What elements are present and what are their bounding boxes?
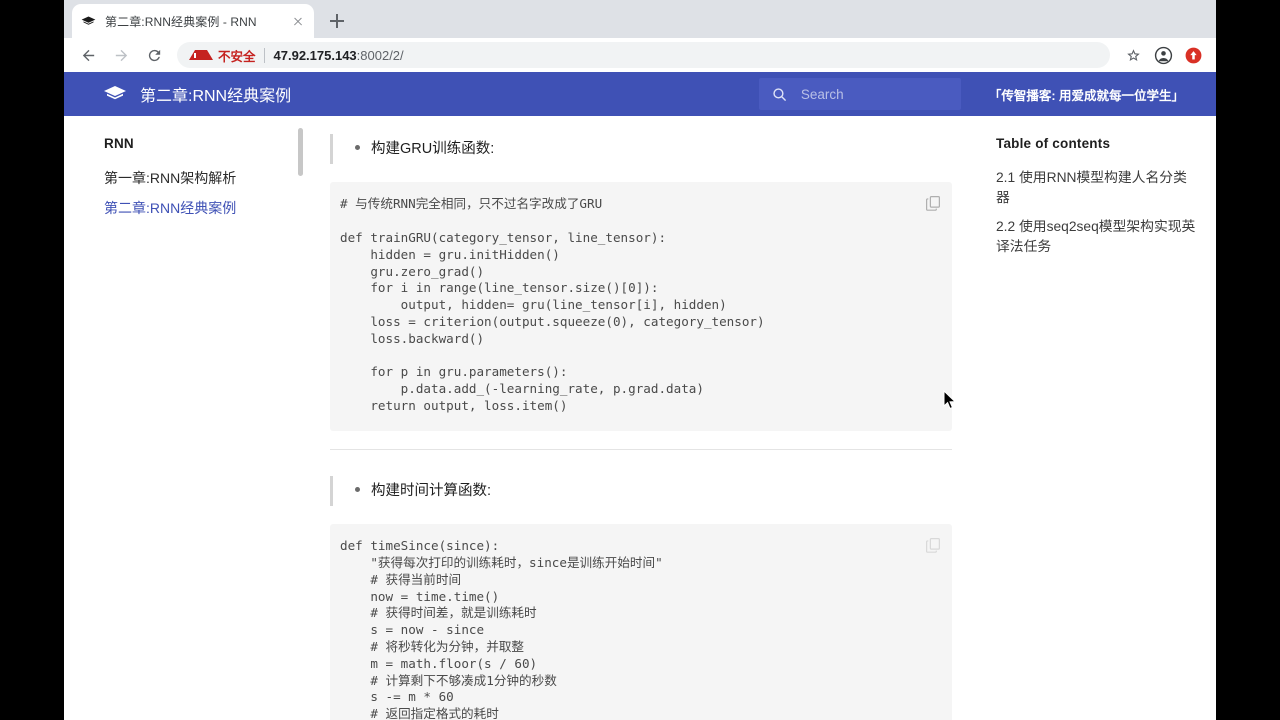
sidebar-scrollbar[interactable] [298, 128, 303, 176]
search-placeholder: Search [800, 86, 844, 102]
omnibox-divider [263, 47, 265, 63]
back-icon[interactable] [74, 41, 102, 69]
address-bar[interactable]: 不安全 47.92.175.143 :8002/2/ [177, 42, 1110, 68]
account-icon[interactable] [1150, 42, 1176, 68]
tab-title: 第二章:RNN经典案例 - RNN [105, 14, 257, 29]
browser-toolbar: 不安全 47.92.175.143 :8002/2/ [64, 38, 1216, 72]
security-status: 不安全 [218, 49, 256, 64]
url-host: 47.92.175.143 [273, 47, 357, 63]
code-block-timer: def timeSince(since): "获得每次打印的训练耗时，since… [330, 524, 952, 720]
page-viewport: 第二章:RNN经典案例 Search 「传智播客: 用爱成就每一位学生」 RNN [64, 72, 1216, 720]
section-heading-gru-train: 构建GRU训练函数: [371, 141, 495, 157]
toc-item-2-2[interactable]: 2.2 使用seq2seq模型架构实现英译法任务 [996, 212, 1196, 261]
browser-tab[interactable]: 第二章:RNN经典案例 - RNN [72, 4, 314, 38]
mortarboard-icon [80, 13, 97, 30]
sidebar-item-chapter1[interactable]: 第一章:RNN架构解析 [104, 163, 312, 193]
warning-triangle-icon [189, 50, 213, 60]
bullet-dot-icon [355, 486, 360, 492]
star-icon[interactable] [1120, 42, 1146, 68]
bullet-row: 构建时间计算函数: [333, 480, 952, 502]
forward-icon[interactable] [107, 41, 135, 69]
bullet-block-gru-train: 构建GRU训练函数: [330, 134, 952, 165]
code-text-timer: def timeSince(since): "获得每次打印的训练耗时，since… [340, 538, 663, 720]
toc-item-2-1[interactable]: 2.1 使用RNN模型构建人名分类器 [996, 163, 1196, 212]
site-title: 第二章:RNN经典案例 [140, 88, 292, 105]
content-area: RNN 第一章:RNN架构解析 第二章:RNN经典案例 构建GRU训练函数: #… [64, 116, 1216, 720]
section-divider [330, 448, 952, 450]
toc-title: Table of contents [996, 136, 1111, 151]
search-icon [771, 85, 789, 103]
tab-strip: 第二章:RNN经典案例 - RNN [64, 0, 1216, 38]
sidebar-item-chapter2[interactable]: 第二章:RNN经典案例 [104, 193, 312, 223]
screen: 第二章:RNN经典案例 - RNN 不安全 47.92.175.143:800… [0, 0, 1280, 720]
bullet-dot-icon [355, 145, 360, 150]
browser-window: 第二章:RNN经典案例 - RNN 不安全 47.92.175.143:800… [64, 0, 1216, 720]
sidebar-section-title: RNN [104, 136, 134, 151]
section-heading-timer: 构建时间计算函数: [371, 482, 492, 499]
copy-icon[interactable] [924, 536, 942, 554]
extension-icon[interactable] [1180, 42, 1206, 68]
code-text-gru-train: # 与传统RNN完全相同，只不过名字改成了GRU def trainGRU(ca… [340, 196, 765, 414]
mortarboard-icon[interactable] [102, 81, 128, 107]
document-content: 构建GRU训练函数: # 与传统RNN完全相同，只不过名字改成了GRU def … [312, 116, 986, 720]
site-header: 第二章:RNN经典案例 Search 「传智播客: 用爱成就每一位学生」 [64, 72, 1216, 116]
reload-icon[interactable] [140, 41, 168, 69]
bullet-row: 构建GRU训练函数: [333, 138, 952, 160]
code-block-gru-train: # 与传统RNN完全相同，只不过名字改成了GRU def trainGRU(ca… [330, 182, 952, 431]
table-of-contents: Table of contents 2.1 使用RNN模型构建人名分类器 2.2… [986, 116, 1216, 720]
header-slogan: 「传智播客: 用爱成就每一位学生」 [988, 88, 1184, 103]
search-input[interactable]: Search [758, 78, 961, 110]
sidebar-nav: RNN 第一章:RNN架构解析 第二章:RNN经典案例 [64, 116, 312, 720]
bullet-block-timer: 构建时间计算函数: [330, 475, 952, 507]
url-path: :8002/2/ [356, 47, 404, 63]
copy-icon[interactable] [924, 194, 942, 212]
new-tab-button[interactable] [324, 8, 350, 34]
close-icon[interactable] [290, 13, 306, 29]
